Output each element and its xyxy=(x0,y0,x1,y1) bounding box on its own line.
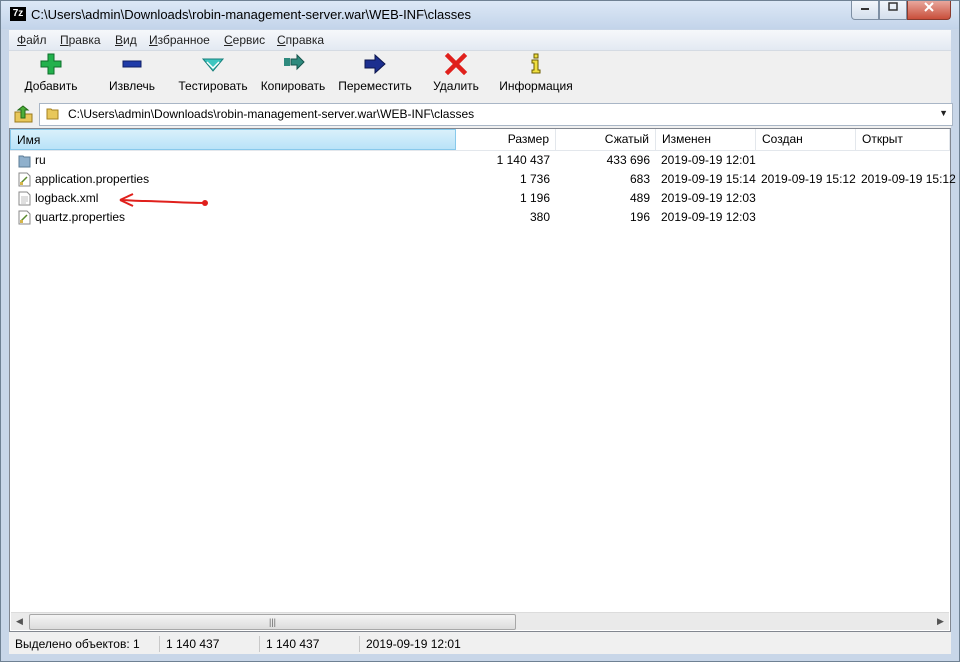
move-label: Переместить xyxy=(338,79,412,93)
file-packed: 489 xyxy=(629,191,650,205)
close-icon xyxy=(924,2,934,12)
move-button[interactable]: Переместить xyxy=(337,53,413,99)
copy-arrow-icon xyxy=(281,53,305,75)
file-name: quartz.properties xyxy=(35,210,126,224)
file-size: 1 140 437 xyxy=(496,153,550,167)
x-icon xyxy=(444,52,468,76)
file-accessed: 2019-09-19 15:12 xyxy=(861,172,956,186)
table-row[interactable]: ru 1 140 437 433 696 2019-09-19 12:01 xyxy=(10,151,950,170)
col-size[interactable]: Размер xyxy=(456,129,556,150)
table-row[interactable]: quartz.properties 380 196 2019-09-19 12:… xyxy=(10,208,950,227)
copy-button[interactable]: Копировать xyxy=(257,53,329,99)
file-packed: 433 696 xyxy=(606,153,650,167)
add-label: Добавить xyxy=(24,79,78,93)
delete-label: Удалить xyxy=(433,79,479,93)
status-packed: 1 140 437 xyxy=(259,636,360,652)
menu-tools[interactable]: Сервис xyxy=(224,33,265,47)
file-modified: 2019-09-19 15:14 xyxy=(661,172,756,186)
minimize-button[interactable] xyxy=(851,1,879,20)
col-packed[interactable]: Сжатый xyxy=(556,129,656,150)
test-label: Тестировать xyxy=(178,79,248,93)
scroll-thumb[interactable]: ||| xyxy=(29,614,516,630)
title-bar[interactable]: 7z C:\Users\admin\Downloads\robin-manage… xyxy=(1,1,959,29)
folder-icon xyxy=(46,108,59,120)
file-size: 1 736 xyxy=(519,172,550,186)
file-packed: 196 xyxy=(629,210,650,224)
menu-favorites[interactable]: Избранное xyxy=(149,33,210,47)
plus-icon xyxy=(39,53,63,75)
file-list[interactable]: Имя Размер Сжатый Изменен Создан Открыт … xyxy=(9,128,956,632)
maximize-button[interactable] xyxy=(879,1,907,20)
status-selected: Выделено объектов: 1 xyxy=(15,637,140,651)
col-name[interactable]: Имя xyxy=(10,129,456,150)
minus-icon xyxy=(120,53,144,75)
scroll-left-icon[interactable]: ◀ xyxy=(11,613,28,630)
menu-edit[interactable]: Правка xyxy=(60,33,101,47)
path-text: C:\Users\admin\Downloads\robin-managemen… xyxy=(68,107,475,121)
copy-label: Копировать xyxy=(260,79,326,93)
column-header: Имя Размер Сжатый Изменен Создан Открыт xyxy=(10,129,950,151)
maximize-icon xyxy=(888,2,898,11)
table-row[interactable]: application.properties 1 736 683 2019-09… xyxy=(10,170,956,189)
up-folder-icon xyxy=(14,105,33,123)
window-title: C:\Users\admin\Downloads\robin-managemen… xyxy=(31,7,471,22)
app-window: 7z C:\Users\admin\Downloads\robin-manage… xyxy=(0,0,960,662)
test-button[interactable]: Тестировать xyxy=(173,53,253,99)
info-label: Информация xyxy=(499,79,573,93)
file-name: application.properties xyxy=(35,172,150,186)
col-modified[interactable]: Изменен xyxy=(656,129,756,150)
horizontal-scrollbar[interactable]: ◀ ||| ▶ xyxy=(11,612,949,630)
file-modified: 2019-09-19 12:01 xyxy=(661,153,756,167)
close-button[interactable] xyxy=(907,1,951,20)
chevron-down-icon[interactable]: ▼ xyxy=(939,108,948,118)
document-file-icon xyxy=(18,191,31,206)
add-button[interactable]: Добавить xyxy=(19,53,83,99)
file-packed: 683 xyxy=(629,172,650,186)
status-modified: 2019-09-19 12:01 xyxy=(359,636,566,652)
address-bar: C:\Users\admin\Downloads\robin-managemen… xyxy=(9,102,953,126)
info-button[interactable]: Информация xyxy=(497,53,575,99)
menu-file[interactable]: Файл xyxy=(17,33,47,47)
file-size: 380 xyxy=(529,210,550,224)
extract-label: Извлечь xyxy=(108,79,155,93)
scroll-right-icon[interactable]: ▶ xyxy=(932,613,949,630)
properties-file-icon xyxy=(18,210,31,225)
menu-view[interactable]: Вид xyxy=(115,33,137,47)
7zip-app-icon[interactable]: 7z xyxy=(10,7,26,21)
menu-bar: Файл Правка Вид Избранное Сервис Справка xyxy=(9,30,951,51)
extract-button[interactable]: Извлечь xyxy=(99,53,165,99)
folder-icon xyxy=(18,155,31,168)
file-size: 1 196 xyxy=(519,191,550,205)
path-field[interactable]: C:\Users\admin\Downloads\robin-managemen… xyxy=(39,103,953,126)
file-modified: 2019-09-19 12:03 xyxy=(661,191,756,205)
minimize-icon xyxy=(861,8,869,10)
file-name: logback.xml xyxy=(35,191,99,205)
file-name: ru xyxy=(35,153,46,167)
info-icon xyxy=(524,53,548,75)
right-arrow-icon xyxy=(363,53,387,75)
table-row[interactable]: logback.xml 1 196 489 2019-09-19 12:03 xyxy=(10,189,950,208)
col-created[interactable]: Создан xyxy=(756,129,856,150)
menu-help[interactable]: Справка xyxy=(277,33,324,47)
client-area: Файл Правка Вид Избранное Сервис Справка… xyxy=(9,30,956,654)
file-created: 2019-09-19 15:12 xyxy=(761,172,856,186)
toolbar: Добавить Извлечь Тестировать Копировать xyxy=(9,51,951,101)
col-accessed[interactable]: Открыт xyxy=(856,129,950,150)
status-size: 1 140 437 xyxy=(159,636,260,652)
delete-button[interactable]: Удалить xyxy=(429,52,483,99)
file-modified: 2019-09-19 12:03 xyxy=(661,210,756,224)
check-down-icon xyxy=(201,53,225,75)
properties-file-icon xyxy=(18,172,31,187)
status-bar: Выделено объектов: 1 1 140 437 1 140 437… xyxy=(9,634,951,654)
up-folder-button[interactable] xyxy=(13,105,35,123)
